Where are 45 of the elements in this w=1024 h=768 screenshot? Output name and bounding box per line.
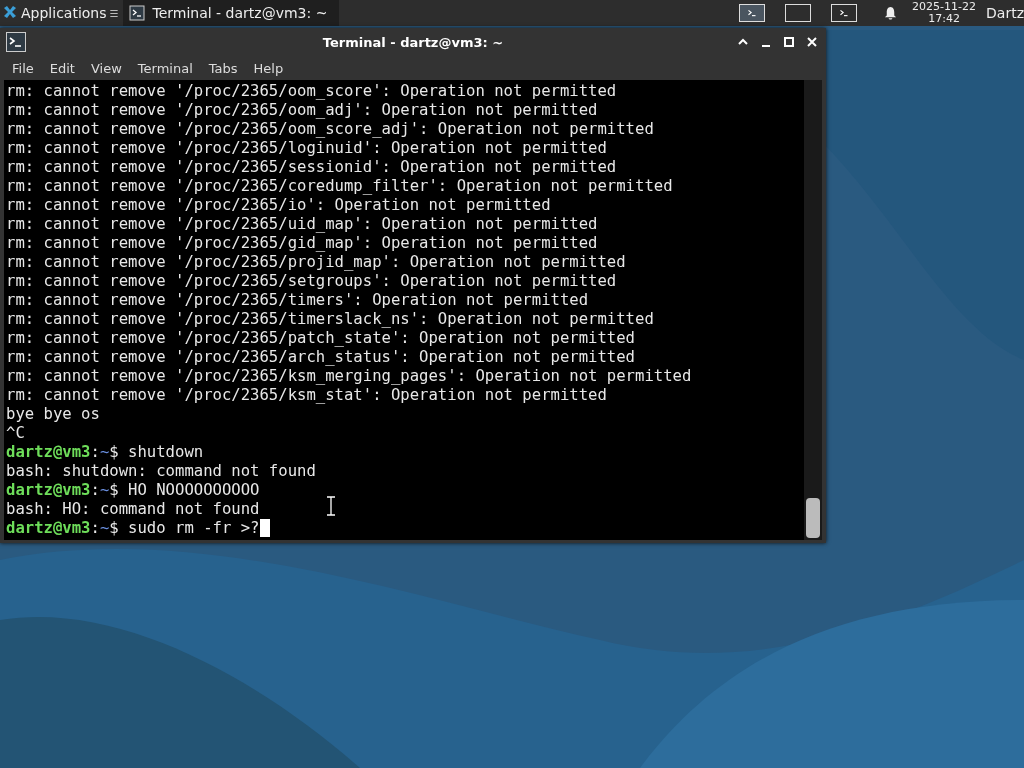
terminal-output-line: rm: cannot remove '/proc/2365/oom_score_adj': Operation not permitted <box>6 120 654 139</box>
menu-item[interactable]: Terminal <box>129 60 201 76</box>
terminal-output-line: rm: cannot remove '/proc/2365/projid_map': Operation not permitted <box>6 253 626 272</box>
applications-menu-button[interactable]: Applications ☰ <box>0 0 123 26</box>
workspace-button[interactable] <box>785 4 812 22</box>
window-title: Terminal - dartz@vm3: ~ <box>322 34 504 50</box>
maximize-icon[interactable] <box>783 36 795 48</box>
terminal-output-line: rm: cannot remove '/proc/2365/timerslack_ns': Operation not permitted <box>6 310 654 329</box>
terminal-output-line: rm: cannot remove '/proc/2365/uid_map': Operation not permitted <box>6 215 598 234</box>
terminal-output-line: rm: cannot remove '/proc/2365/io': Operation not permitted <box>6 196 551 215</box>
workspace-button[interactable] <box>831 4 858 22</box>
terminal-icon <box>6 32 26 52</box>
terminal-output-line: bye bye os <box>6 405 100 424</box>
menu-item[interactable]: Help <box>245 60 292 76</box>
clock[interactable]: 2025-11-22 17:42 <box>912 1 977 25</box>
terminal-output-line: rm: cannot remove '/proc/2365/gid_map': Operation not permitted <box>6 234 598 253</box>
terminal-output-line: rm: cannot remove '/proc/2365/patch_state': Operation not permitted <box>6 329 635 348</box>
terminal-output-line: rm: cannot remove '/proc/2365/ksm_stat': Operation not permitted <box>6 386 607 405</box>
terminal-output-line: rm: cannot remove '/proc/2365/ksm_merging_pages': Operation not permitted <box>6 367 692 386</box>
prompt-line: dartz@vm3:~$ shutdown <box>6 443 204 462</box>
workspace-button[interactable] <box>739 4 766 22</box>
menu-item[interactable]: File <box>4 60 42 76</box>
mouse-logo-icon <box>2 5 18 21</box>
terminal-output-line: rm: cannot remove '/proc/2365/loginuid': Operation not permitted <box>6 139 607 158</box>
terminal-output-line: rm: cannot remove '/proc/2365/timers': Operation not permitted <box>6 291 589 310</box>
terminal-output-line: rm: cannot remove '/proc/2365/setgroups': Operation not permitted <box>6 272 617 291</box>
prompt-line: dartz@vm3:~$ HO NOOOOOOOOOO <box>6 481 260 500</box>
menu-item[interactable]: Tabs <box>200 60 246 76</box>
terminal-output-line: rm: cannot remove '/proc/2365/oom_adj': Operation not permitted <box>6 101 598 120</box>
terminal-output-line: bash: HO: command not found <box>6 500 260 519</box>
menu-item[interactable]: Edit <box>41 60 83 76</box>
terminal-output-line: rm: cannot remove '/proc/2365/oom_score': Operation not permitted <box>6 82 617 101</box>
prompt-line: dartz@vm3:~$ sudo rm -fr >? <box>6 519 260 538</box>
terminal-output-line: rm: cannot remove '/proc/2365/arch_status': Operation not permitted <box>6 348 635 367</box>
menu-item[interactable]: View <box>82 60 130 76</box>
terminal-output-line: rm: cannot remove '/proc/2365/sessionid': Operation not permitted <box>6 158 617 177</box>
terminal-icon <box>128 5 145 21</box>
terminal-output-line: rm: cannot remove '/proc/2365/coredump_filter': Operation not permitted <box>6 177 673 196</box>
taskbar-window-button[interactable]: Terminal - dartz@vm3: ~ <box>122 0 340 26</box>
terminal-output-line: ^C <box>6 424 25 443</box>
user-menu-button[interactable]: Dartz <box>986 5 1024 21</box>
i-beam-pointer-icon <box>326 496 336 516</box>
terminal-output-line: bash: shutdown: command not found <box>6 462 316 481</box>
scrollbar-thumb[interactable] <box>806 498 820 538</box>
close-icon[interactable] <box>806 36 818 48</box>
